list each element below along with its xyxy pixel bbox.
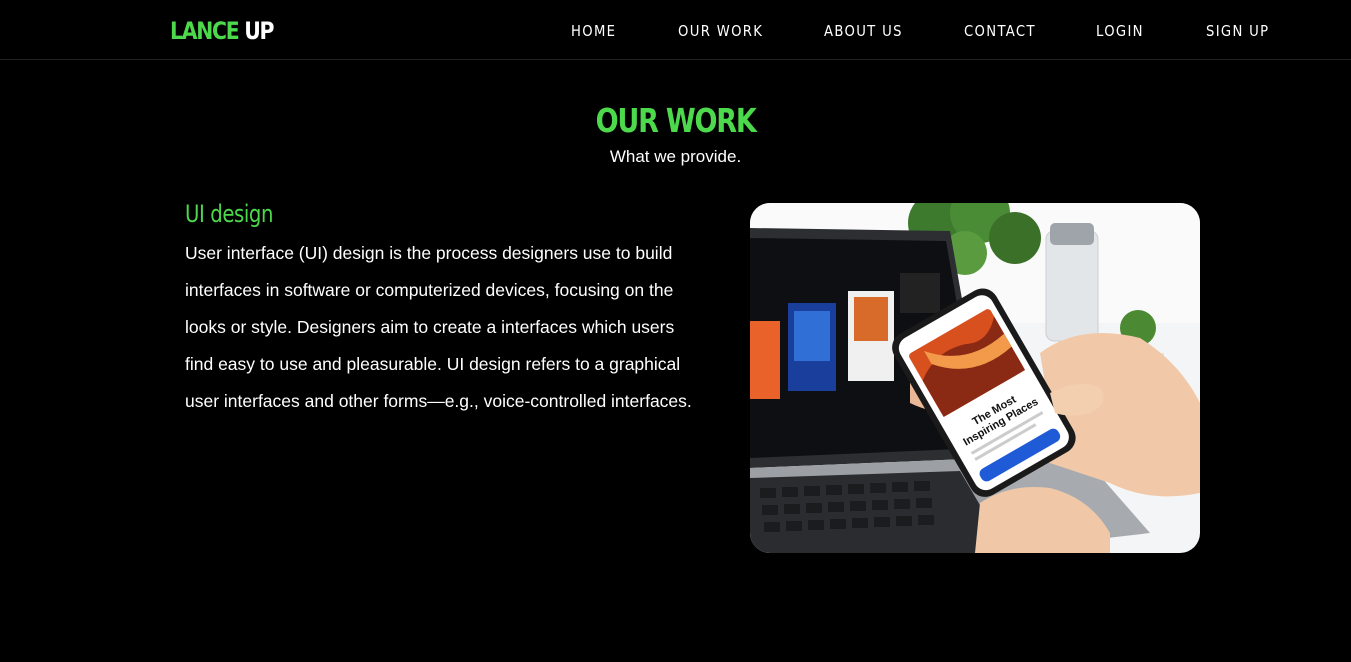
nav-about-us[interactable]: ABOUT US <box>824 20 903 42</box>
nav-sign-up[interactable]: SIGN UP <box>1206 20 1269 42</box>
laptop-phone-photo: The Most Inspiring Places <box>750 203 1200 553</box>
nav-contact[interactable]: CONTACT <box>964 20 1036 42</box>
navbar: LANCE UP HOME OUR WORK ABOUT US CONTACT … <box>0 0 1351 60</box>
nav-login[interactable]: LOGIN <box>1096 20 1144 42</box>
card-title: UI design <box>185 200 274 228</box>
nav-home[interactable]: HOME <box>571 20 616 42</box>
section-subtitle: What we provide. <box>609 147 742 166</box>
section-title-text: OUR WORK <box>595 101 756 140</box>
nav-our-work[interactable]: OUR WORK <box>678 20 763 42</box>
nav-links: HOME OUR WORK ABOUT US CONTACT LOGIN SIG… <box>0 20 1351 42</box>
card-description: User interface (UI) design is the proces… <box>185 243 692 411</box>
section-title: OUR WORK <box>0 100 1351 142</box>
